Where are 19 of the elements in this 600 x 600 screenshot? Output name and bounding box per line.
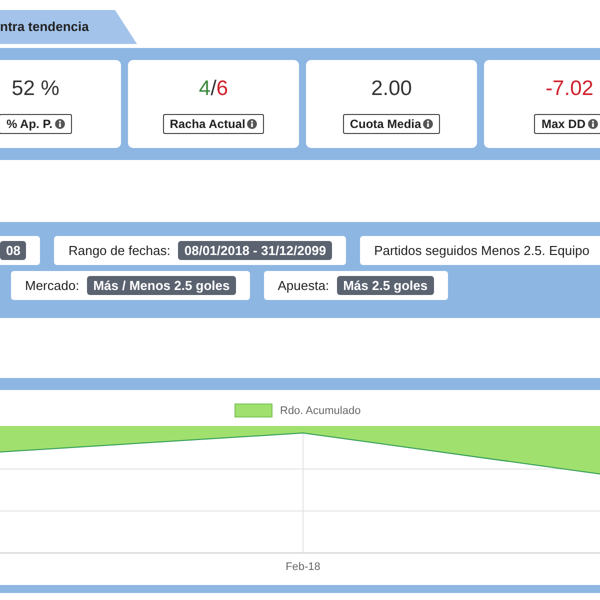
- legend-label[interactable]: Rdo. Acumulado: [280, 405, 361, 417]
- filter-badge: Más 2.5 goles: [337, 276, 434, 295]
- axis-label: Feb-18: [286, 561, 320, 573]
- stat-value: 4/6: [198, 77, 228, 102]
- stat-label[interactable]: Racha Actual: [162, 114, 264, 134]
- filter-label: Rango de fechas:: [68, 243, 170, 258]
- stat-label[interactable]: Max DD: [534, 114, 600, 134]
- stat-label[interactable]: % Ap. P.: [0, 114, 72, 134]
- filter-label: Apuesta:: [278, 278, 330, 293]
- stat-value: -7.02: [546, 77, 594, 102]
- stat-label[interactable]: Cuota Media: [342, 114, 440, 134]
- stat-value: 2.00: [371, 77, 412, 102]
- filter-label: Partidos seguidos Menos 2.5. Equipo: [374, 243, 590, 258]
- filter-badge: Más / Menos 2.5 goles: [87, 276, 236, 295]
- section-tab[interactable]: ntra tendencia: [0, 10, 137, 44]
- filter-label: Mercado:: [25, 278, 80, 293]
- filter-badge: 08: [0, 241, 26, 260]
- filter-badge: 08/01/2018 - 31/12/2099: [178, 241, 332, 260]
- stat-value: 52 %: [12, 77, 60, 102]
